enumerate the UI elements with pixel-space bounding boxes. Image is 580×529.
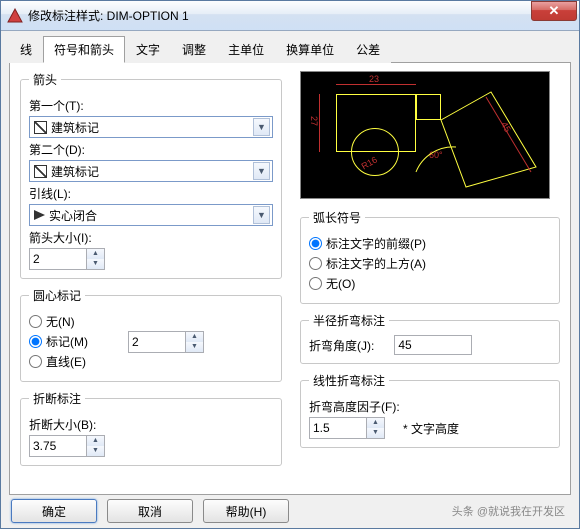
arrow-size-spinner[interactable]: ▲▼ — [29, 248, 107, 270]
tab-page: 箭头 第一个(T): 建筑标记 ▼ 第二个(D): 建筑标记 ▼ 引线(L): … — [9, 63, 571, 495]
spinner-buttons[interactable]: ▲▼ — [87, 435, 105, 457]
center-line-radio[interactable] — [29, 355, 42, 368]
cancel-button[interactable]: 取消 — [107, 499, 193, 523]
tab-primary-units[interactable]: 主单位 — [217, 36, 275, 63]
dialog-footer: 确定 取消 帮助(H) 头条 @就说我在开发区 — [1, 499, 579, 523]
center-mark-radio[interactable] — [29, 335, 42, 348]
arc-symbol-legend: 弧长符号 — [309, 209, 365, 226]
arch-tick-icon — [34, 121, 47, 134]
jog-factor-input[interactable] — [309, 417, 367, 439]
titlebar: 修改标注样式: DIM-OPTION 1 ✕ — [1, 1, 579, 31]
window-title: 修改标注样式: DIM-OPTION 1 — [28, 7, 531, 24]
tab-line[interactable]: 线 — [9, 36, 43, 63]
app-icon — [7, 8, 23, 24]
arrowheads-group: 箭头 第一个(T): 建筑标记 ▼ 第二个(D): 建筑标记 ▼ 引线(L): … — [20, 71, 282, 279]
help-button[interactable]: 帮助(H) — [203, 499, 289, 523]
radius-jog-group: 半径折弯标注 折弯角度(J): — [300, 312, 560, 364]
leader-label: 引线(L): — [29, 185, 273, 202]
spinner-buttons[interactable]: ▲▼ — [186, 331, 204, 353]
spinner-buttons[interactable]: ▲▼ — [367, 417, 385, 439]
jog-factor-label: 折弯高度因子(F): — [309, 398, 551, 415]
center-none-radio[interactable] — [29, 315, 42, 328]
center-size-spinner[interactable]: ▲▼ — [128, 331, 206, 353]
linear-jog-group: 线性折弯标注 折弯高度因子(F): ▲▼ * 文字高度 — [300, 372, 560, 448]
tab-text[interactable]: 文字 — [125, 36, 171, 63]
leader-combo[interactable]: 实心闭合 ▼ — [29, 204, 273, 226]
arrow-size-label: 箭头大小(I): — [29, 229, 273, 246]
arrow-size-input[interactable] — [29, 248, 87, 270]
jog-angle-input[interactable] — [394, 335, 472, 355]
break-size-spinner[interactable]: ▲▼ — [29, 435, 107, 457]
ok-button[interactable]: 确定 — [11, 499, 97, 523]
arc-symbol-group: 弧长符号 标注文字的前缀(P) 标注文字的上方(A) 无(O) — [300, 209, 560, 304]
closed-filled-icon — [34, 210, 45, 220]
jog-factor-spinner[interactable]: ▲▼ — [309, 417, 387, 439]
arrowheads-legend: 箭头 — [29, 71, 61, 88]
preview-pane: 23 27 R16 60° 45 — [300, 71, 550, 199]
center-mark-legend: 圆心标记 — [29, 287, 85, 304]
chevron-down-icon: ▼ — [253, 206, 270, 224]
first-arrow-label: 第一个(T): — [29, 97, 273, 114]
radius-jog-legend: 半径折弯标注 — [309, 312, 389, 329]
tab-tolerance[interactable]: 公差 — [345, 36, 391, 63]
watermark: 头条 @就说我在开发区 — [452, 503, 569, 519]
center-mark-group: 圆心标记 无(N) 标记(M) 直线(E) ▲▼ — [20, 287, 282, 382]
linear-jog-legend: 线性折弯标注 — [309, 372, 389, 389]
tab-bar: 线 符号和箭头 文字 调整 主单位 换算单位 公差 — [9, 35, 571, 63]
close-button[interactable]: ✕ — [531, 1, 577, 21]
jog-angle-label: 折弯角度(J): — [309, 337, 374, 354]
tab-symbols-arrows[interactable]: 符号和箭头 — [43, 36, 125, 63]
dialog-window: 修改标注样式: DIM-OPTION 1 ✕ 线 符号和箭头 文字 调整 主单位… — [0, 0, 580, 529]
dim-break-legend: 折断标注 — [29, 390, 85, 407]
second-arrow-label: 第二个(D): — [29, 141, 273, 158]
arc-none-radio[interactable] — [309, 277, 322, 290]
arch-tick-icon — [34, 165, 47, 178]
spinner-buttons[interactable]: ▲▼ — [87, 248, 105, 270]
chevron-down-icon: ▼ — [253, 118, 270, 136]
dim-break-group: 折断标注 折断大小(B): ▲▼ — [20, 390, 282, 466]
arc-above-radio[interactable] — [309, 257, 322, 270]
second-arrow-combo[interactable]: 建筑标记 ▼ — [29, 160, 273, 182]
arc-pre-radio[interactable] — [309, 237, 322, 250]
center-size-input[interactable] — [128, 331, 186, 353]
break-size-label: 折断大小(B): — [29, 416, 273, 433]
first-arrow-combo[interactable]: 建筑标记 ▼ — [29, 116, 273, 138]
chevron-down-icon: ▼ — [253, 162, 270, 180]
tab-alt-units[interactable]: 换算单位 — [275, 36, 345, 63]
jog-factor-suffix: * 文字高度 — [403, 420, 459, 437]
tab-fit[interactable]: 调整 — [171, 36, 217, 63]
break-size-input[interactable] — [29, 435, 87, 457]
